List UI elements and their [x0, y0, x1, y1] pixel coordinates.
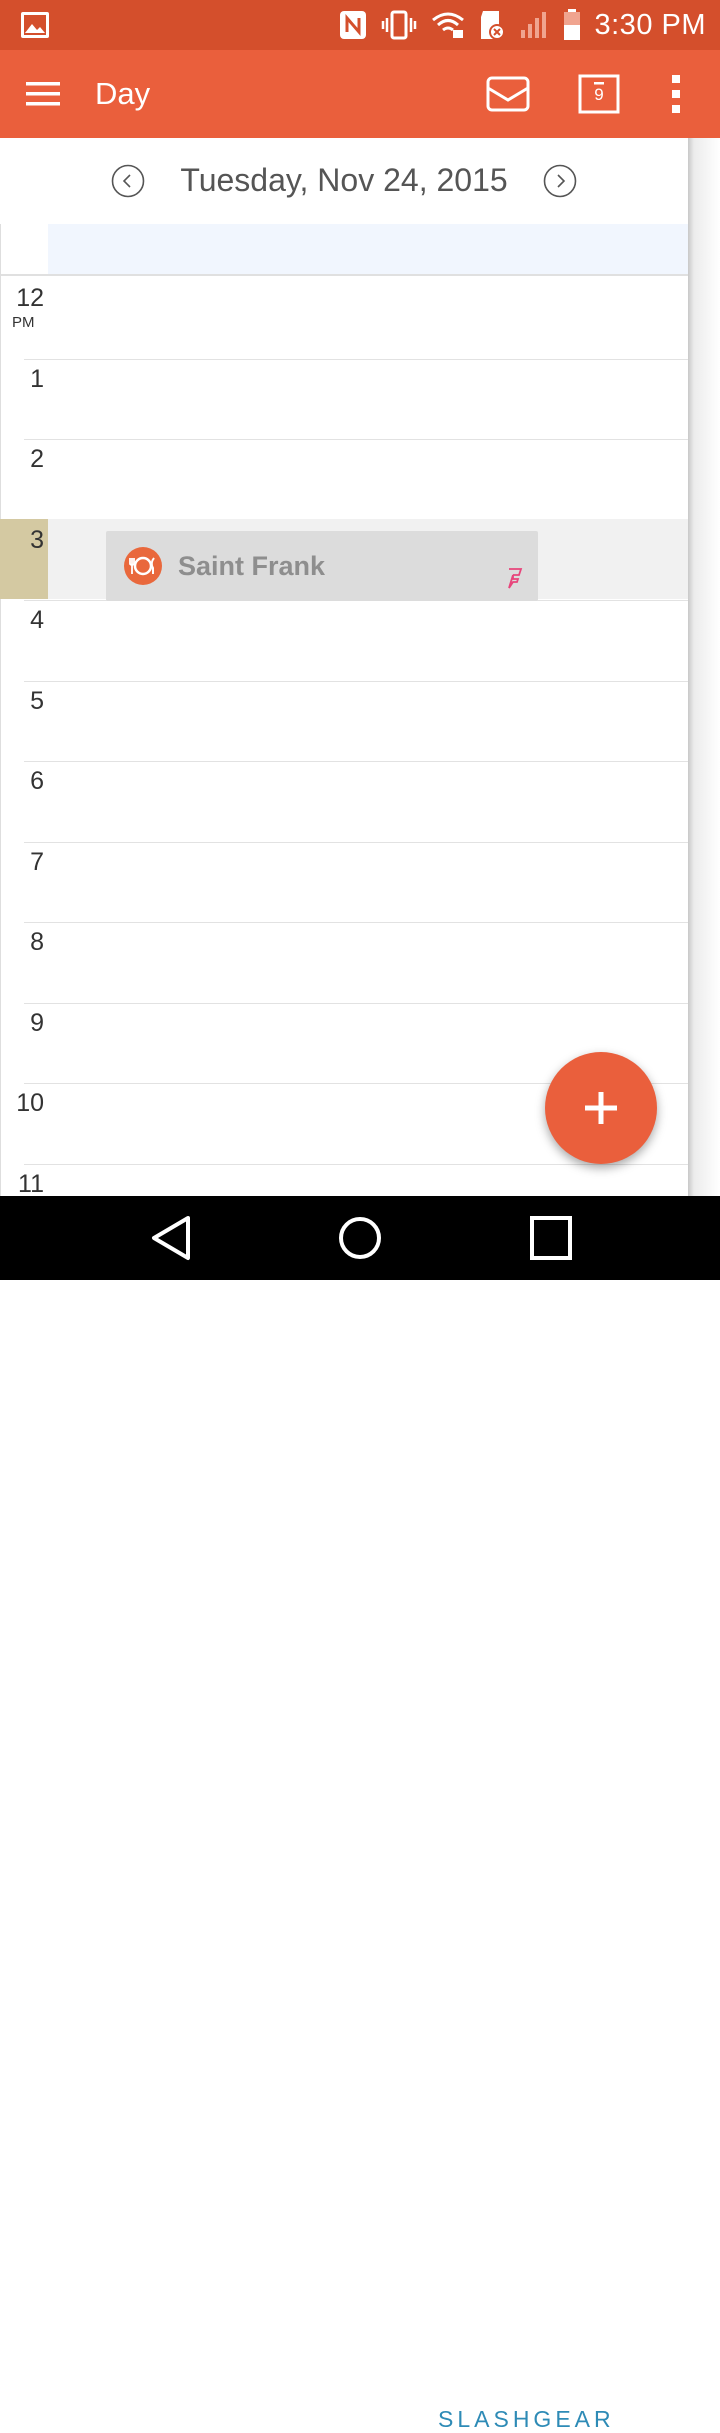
hour-row[interactable]: 12 PM [0, 278, 688, 359]
panel-shadow [688, 138, 720, 1196]
app-bar: Day 9 [0, 50, 720, 138]
hour-row[interactable]: 8 [0, 922, 688, 1003]
hour-row[interactable]: 1 [0, 358, 688, 440]
hour-row[interactable]: 2 [0, 439, 688, 520]
hour-label: 3 [30, 525, 44, 554]
hour-divider [24, 680, 688, 682]
hour-divider [24, 358, 688, 360]
hour-label: 7 [30, 847, 44, 876]
today-calendar-button[interactable]: 9 [578, 74, 622, 114]
recents-icon[interactable] [528, 1214, 574, 1262]
all-day-row[interactable] [48, 224, 688, 274]
date-navigation: Tuesday, Nov 24, 2015 [0, 138, 688, 224]
hour-divider [24, 761, 688, 762]
system-nav-bar: SLASHGEAR [0, 1196, 720, 2432]
add-event-button[interactable] [545, 1052, 657, 1164]
inbox-icon[interactable] [486, 74, 530, 114]
all-day-gutter [0, 224, 48, 274]
home-icon[interactable] [336, 1214, 384, 1262]
vibrate-icon [381, 10, 416, 40]
hour-row[interactable]: 11 [0, 1163, 688, 1197]
signal-icon [520, 12, 546, 38]
menu-icon[interactable] [26, 80, 62, 108]
page-title: Day [95, 76, 151, 111]
foursquare-icon [508, 568, 523, 589]
hour-label: 8 [30, 928, 44, 956]
plus-icon [585, 1092, 617, 1124]
hour-divider [24, 922, 688, 923]
event-card[interactable]: Saint Frank [106, 531, 538, 601]
chevron-right-icon[interactable] [543, 164, 577, 198]
watermark: SLASHGEAR [438, 2406, 615, 2432]
hour-label: 12 [16, 284, 44, 312]
hour-row[interactable]: 5 [0, 680, 688, 762]
hour-label: 11 [18, 1169, 44, 1197]
hour-label: 2 [30, 445, 44, 473]
hour-label: 4 [30, 606, 44, 634]
hour-divider [24, 439, 688, 440]
current-date[interactable]: Tuesday, Nov 24, 2015 [0, 162, 688, 199]
hour-divider [24, 841, 688, 843]
sd-card-icon [480, 11, 505, 40]
hour-row[interactable]: 4 [0, 600, 688, 681]
back-icon[interactable] [148, 1214, 194, 1262]
hour-label: 1 [30, 364, 44, 393]
wifi-icon [431, 12, 464, 38]
calendar-badge: 9 [594, 85, 604, 104]
hour-label: 10 [16, 1089, 44, 1117]
status-bar: 3:30 PM [0, 0, 720, 50]
hour-label: 5 [30, 686, 44, 715]
hour-divider [24, 1163, 688, 1165]
status-clock: 3:30 PM [594, 8, 706, 41]
hour-ampm: PM [12, 314, 35, 331]
hour-label: 9 [30, 1008, 44, 1037]
gallery-icon [21, 12, 49, 38]
nfc-icon [339, 11, 366, 39]
restaurant-icon [124, 547, 162, 585]
divider [0, 274, 688, 276]
hour-divider [24, 1002, 688, 1004]
event-title: Saint Frank [178, 551, 326, 581]
hour-label: 6 [30, 767, 44, 795]
hour-row[interactable]: 7 [0, 841, 688, 923]
hour-row[interactable]: 6 [0, 761, 688, 842]
more-vert-icon[interactable] [668, 74, 684, 114]
battery-icon [563, 9, 580, 40]
